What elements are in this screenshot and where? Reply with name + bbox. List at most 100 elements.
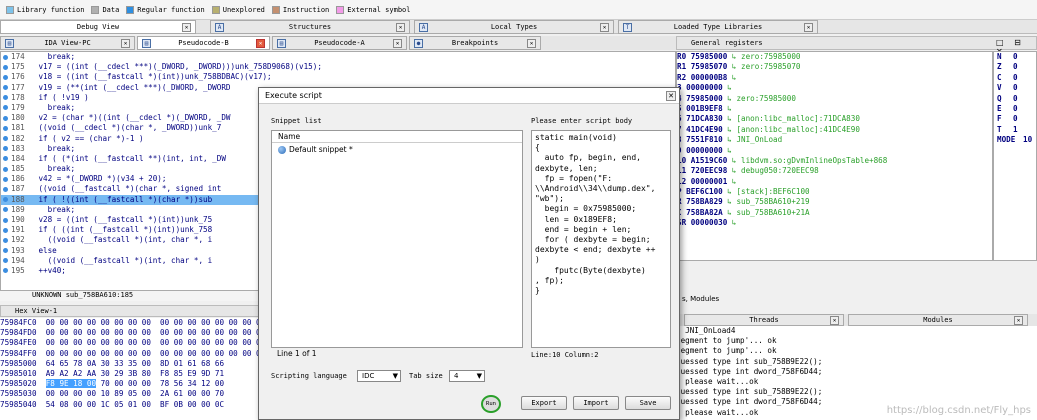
- flag-row[interactable]: C0: [994, 73, 1036, 83]
- tab-breakpoints[interactable]: ● Breakpoints ✕: [409, 36, 541, 50]
- register-value[interactable]: 00000000: [686, 83, 723, 92]
- breakpoint-dot-icon[interactable]: [3, 125, 8, 131]
- close-icon[interactable]: ✕: [600, 23, 609, 32]
- script-editor[interactable]: static main(void){ auto fp, begin, end, d…: [531, 130, 671, 348]
- register-row[interactable]: R 758BA829 ↳ sub_758BA610+219: [677, 197, 992, 207]
- code-line[interactable]: 176 v18 = ((int (__fastcall *)(int))unk_…: [1, 72, 675, 82]
- register-row[interactable]: 9 00000000 ↳: [677, 146, 992, 156]
- close-icon[interactable]: ✕: [830, 316, 839, 325]
- register-value[interactable]: 71DCA830: [686, 114, 723, 123]
- register-value[interactable]: A1519C60: [691, 156, 728, 165]
- jump-arrow-icon[interactable]: ↳: [723, 114, 737, 123]
- register-row[interactable]: 6 71DCA830 ↳ [anon:libc_malloc]:71DCA830: [677, 114, 992, 124]
- flag-row[interactable]: Q0: [994, 94, 1036, 104]
- snippet-list[interactable]: Name Default snippet *: [271, 130, 523, 348]
- snippet-item[interactable]: Default snippet *: [272, 143, 522, 156]
- breakpoint-dot-icon[interactable]: [3, 156, 8, 162]
- breakpoint-dot-icon[interactable]: [3, 115, 8, 121]
- column-header-name[interactable]: Name: [272, 131, 522, 143]
- register-value[interactable]: 7551F810: [686, 135, 723, 144]
- import-button[interactable]: Import: [573, 396, 619, 410]
- register-value[interactable]: 00000000: [686, 146, 723, 155]
- breakpoint-dot-icon[interactable]: [3, 95, 8, 101]
- breakpoint-dot-icon[interactable]: [3, 237, 8, 243]
- export-button[interactable]: Export: [521, 396, 567, 410]
- flag-row[interactable]: E0: [994, 104, 1036, 114]
- close-icon[interactable]: ✕: [256, 39, 265, 48]
- close-icon[interactable]: ✕: [804, 23, 813, 32]
- register-value[interactable]: 758BA82A: [686, 208, 723, 217]
- register-value[interactable]: 720EEC98: [691, 166, 728, 175]
- register-value[interactable]: BEF6C100: [686, 187, 723, 196]
- hex-selection[interactable]: F8 9E 18 00: [45, 379, 97, 389]
- breakpoint-dot-icon[interactable]: [3, 146, 8, 152]
- jump-arrow-icon[interactable]: ↳: [723, 94, 737, 103]
- register-value[interactable]: 41DC4E90: [686, 125, 723, 134]
- breakpoint-dot-icon[interactable]: [3, 258, 8, 264]
- breakpoint-dot-icon[interactable]: [3, 136, 8, 141]
- tab-modules[interactable]: Modules ✕: [848, 314, 1028, 326]
- register-row[interactable]: 7 41DC4E90 ↳ [anon:libc_malloc]:41DC4E90: [677, 125, 992, 135]
- jump-arrow-icon[interactable]: ↳: [727, 73, 741, 82]
- breakpoint-dot-icon[interactable]: [3, 248, 8, 254]
- tab-pseudocode-a[interactable]: ▤ Pseudocode-A ✕: [272, 36, 407, 50]
- register-row[interactable]: R2 000000B8 ↳: [677, 73, 992, 83]
- register-row[interactable]: 10 A1519C60 ↳ libdvm.so:gDvmInlineOpsTab…: [677, 156, 992, 166]
- jump-arrow-icon[interactable]: ↳: [723, 197, 737, 206]
- registers-view[interactable]: R0 75985000 ↳ zero:75985000 R1 75985070 ↳…: [676, 51, 993, 261]
- tab-size-select[interactable]: 4 ▼: [449, 370, 485, 382]
- close-icon[interactable]: ✕: [527, 39, 536, 48]
- flag-row[interactable]: F0: [994, 114, 1036, 124]
- breakpoint-dot-icon[interactable]: [3, 186, 8, 192]
- register-value[interactable]: 001B9EF8: [686, 104, 723, 113]
- jump-arrow-icon[interactable]: ↳: [723, 135, 737, 144]
- breakpoint-dot-icon[interactable]: [3, 105, 8, 111]
- breakpoint-dot-icon[interactable]: [3, 217, 8, 223]
- jump-arrow-icon[interactable]: ↳: [727, 166, 741, 175]
- flag-row[interactable]: T1: [994, 125, 1036, 135]
- close-icon[interactable]: ✕: [666, 91, 676, 101]
- close-icon[interactable]: ✕: [182, 23, 191, 32]
- register-value[interactable]: 00000001: [691, 177, 728, 186]
- tab-pseudocode-b[interactable]: ▤ Pseudocode-B ✕: [137, 36, 270, 50]
- breakpoint-dot-icon[interactable]: [3, 207, 8, 213]
- register-row[interactable]: SR 00000030 ↳: [677, 218, 992, 228]
- run-button[interactable]: Run: [481, 395, 501, 413]
- close-icon[interactable]: ✕: [396, 23, 405, 32]
- breakpoint-dot-icon[interactable]: [3, 176, 8, 182]
- register-value[interactable]: 758BA829: [686, 197, 723, 206]
- flag-row[interactable]: V0: [994, 83, 1036, 93]
- code-line[interactable]: 174 break;: [1, 52, 675, 62]
- register-row[interactable]: 12 00000001 ↳: [677, 177, 992, 187]
- jump-arrow-icon[interactable]: ↳: [727, 177, 741, 186]
- register-value[interactable]: 75985000: [686, 94, 723, 103]
- register-row[interactable]: 5 001B9EF8 ↳: [677, 104, 992, 114]
- register-value[interactable]: 75985000: [691, 52, 728, 61]
- tab-threads[interactable]: Threads ✕: [684, 314, 844, 326]
- jump-arrow-icon[interactable]: ↳: [723, 83, 737, 92]
- register-value[interactable]: 000000B8: [691, 73, 728, 82]
- breakpoint-dot-icon[interactable]: [3, 54, 8, 60]
- close-icon[interactable]: ✕: [393, 39, 402, 48]
- register-row[interactable]: R1 75985070 ↳ zero:75985070: [677, 62, 992, 72]
- register-value[interactable]: 75985070: [691, 62, 728, 71]
- tab-local-types[interactable]: A Local Types ✕: [414, 20, 614, 34]
- breakpoint-dot-icon[interactable]: [3, 197, 8, 203]
- flag-row[interactable]: Z0: [994, 62, 1036, 72]
- register-row[interactable]: R0 75985000 ↳ zero:75985000: [677, 52, 992, 62]
- breakpoint-dot-icon[interactable]: [3, 268, 8, 274]
- register-row[interactable]: 11 720EEC98 ↳ debug050:720EEC98: [677, 166, 992, 176]
- tab-loaded-type-libraries[interactable]: T Loaded Type Libraries ✕: [618, 20, 818, 34]
- register-row[interactable]: 8 7551F810 ↳ JNI_OnLoad: [677, 135, 992, 145]
- jump-arrow-icon[interactable]: ↳: [727, 156, 741, 165]
- breakpoint-dot-icon[interactable]: [3, 227, 8, 233]
- tab-ida-view-pc[interactable]: ▤ IDA View-PC ✕: [0, 36, 135, 50]
- breakpoint-dot-icon[interactable]: [3, 74, 8, 80]
- breakpoint-dot-icon[interactable]: [3, 85, 8, 91]
- tab-debug-view[interactable]: Debug View ✕: [0, 20, 196, 34]
- jump-arrow-icon[interactable]: ↳: [723, 125, 737, 134]
- tab-structures[interactable]: A Structures ✕: [210, 20, 410, 34]
- register-value[interactable]: 00000030: [691, 218, 728, 227]
- flags-view[interactable]: N 0 Z 0 C 0 V 0 Q 0 E 0 F 0 T 1 MODE 10: [993, 51, 1037, 261]
- jump-arrow-icon[interactable]: ↳: [723, 208, 737, 217]
